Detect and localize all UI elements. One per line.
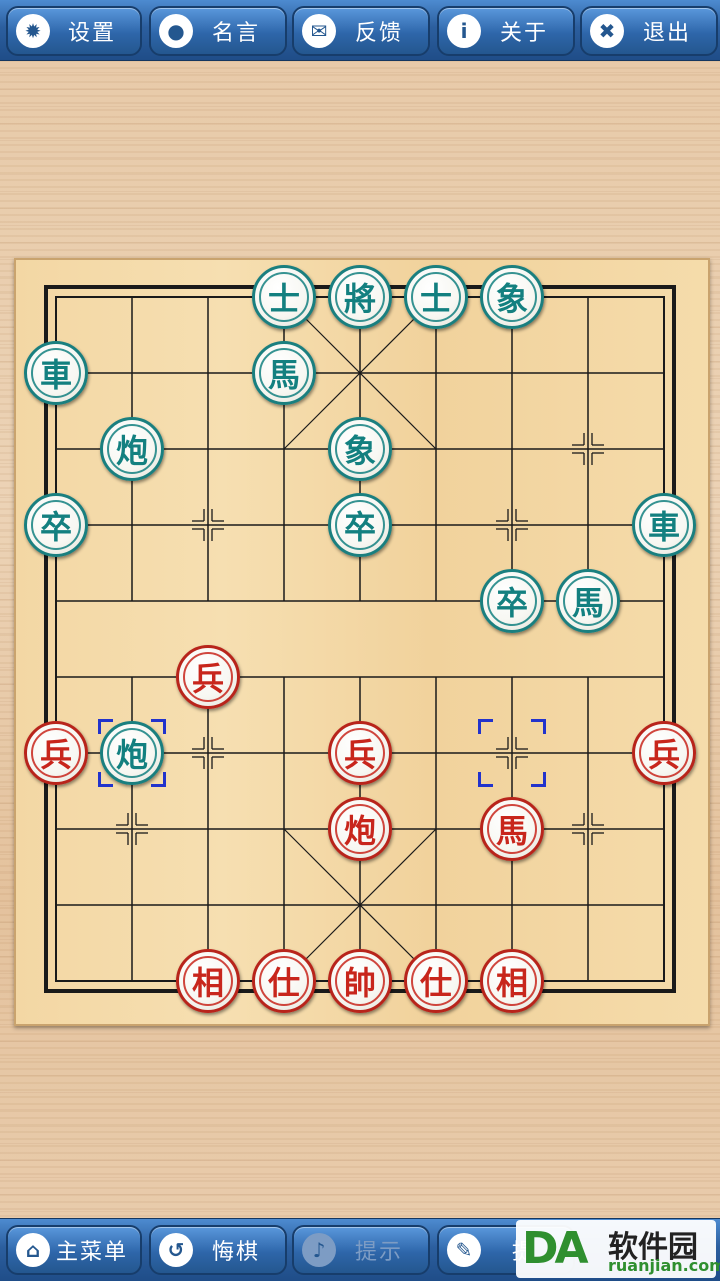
top-button-label: 关于 [499,21,548,46]
black-piece-象[interactable]: 象 [480,265,544,329]
home-icon: ⌂ [16,1233,50,1267]
close-icon: ✖ [590,14,624,48]
red-piece-炮[interactable]: 炮 [328,797,392,861]
bottom-button-0[interactable]: ⌂ 主菜单 [6,1225,142,1275]
red-piece-相[interactable]: 相 [480,949,544,1013]
bell-icon: ♪ [302,1233,336,1267]
black-piece-象[interactable]: 象 [328,417,392,481]
black-piece-炮[interactable]: 炮 [100,721,164,785]
top-button-3[interactable]: i 关于 [437,6,575,56]
black-piece-卒[interactable]: 卒 [480,569,544,633]
piece-label: 將 [343,280,376,318]
bottom-button-label: 提示 [354,1240,403,1265]
watermark: DA 软件园 ruanjian.com [516,1220,720,1278]
piece-label: 象 [495,280,528,318]
piece-label: 相 [495,964,528,1002]
undo-icon: ↺ [159,1233,193,1267]
bottom-button-label: 悔棋 [211,1240,260,1265]
top-button-4[interactable]: ✖ 退出 [580,6,718,56]
piece-label: 兵 [191,660,224,698]
red-piece-兵[interactable]: 兵 [176,645,240,709]
xiangqi-board[interactable]: 士將士象車馬炮象卒卒車卒馬炮兵兵兵兵炮馬相仕帥仕相 [14,258,710,1026]
piece-label: 炮 [115,432,148,470]
piece-label: 馬 [571,584,604,622]
piece-label: 卒 [343,508,376,546]
black-piece-車[interactable]: 車 [632,493,696,557]
piece-label: 帥 [343,964,376,1002]
red-piece-兵[interactable]: 兵 [24,721,88,785]
black-piece-馬[interactable]: 馬 [252,341,316,405]
gear-icon: ✹ [16,14,50,48]
piece-label: 士 [267,280,300,318]
piece-label: 兵 [647,736,680,774]
top-button-label: 名言 [211,21,260,46]
piece-label: 相 [191,964,224,1002]
black-piece-炮[interactable]: 炮 [100,417,164,481]
top-button-1[interactable]: ● 名言 [149,6,287,56]
top-button-0[interactable]: ✹ 设置 [6,6,142,56]
black-piece-卒[interactable]: 卒 [328,493,392,557]
pencil-icon: ✎ [447,1233,481,1267]
piece-label: 士 [419,280,452,318]
black-piece-車[interactable]: 車 [24,341,88,405]
info-icon: i [447,14,481,48]
piece-label: 馬 [495,812,528,850]
black-piece-將[interactable]: 將 [328,265,392,329]
red-piece-兵[interactable]: 兵 [632,721,696,785]
piece-label: 兵 [39,736,72,774]
top-button-label: 设置 [67,21,116,46]
black-piece-士[interactable]: 士 [404,265,468,329]
black-piece-卒[interactable]: 卒 [24,493,88,557]
bottom-button-1[interactable]: ↺ 悔棋 [149,1225,287,1275]
top-button-label: 反馈 [354,21,403,46]
piece-label: 卒 [39,508,72,546]
black-piece-馬[interactable]: 馬 [556,569,620,633]
watermark-url: ruanjian.com [608,1256,720,1275]
piece-label: 象 [343,432,376,470]
move-selection-marker [478,719,546,787]
piece-label: 車 [39,356,72,394]
piece-label: 仕 [419,964,452,1002]
piece-label: 炮 [115,736,148,774]
top-button-label: 退出 [642,21,691,46]
top-toolbar: ✹ 设置 ● 名言 ✉ 反馈 i 关于 ✖ 退出 [0,0,720,61]
piece-label: 車 [647,508,680,546]
red-piece-相[interactable]: 相 [176,949,240,1013]
red-piece-仕[interactable]: 仕 [252,949,316,1013]
board-grid [44,285,676,993]
black-piece-士[interactable]: 士 [252,265,316,329]
piece-label: 炮 [343,812,376,850]
piece-label: 卒 [495,584,528,622]
red-piece-兵[interactable]: 兵 [328,721,392,785]
watermark-logo: DA [522,1223,589,1274]
red-piece-帥[interactable]: 帥 [328,949,392,1013]
piece-label: 馬 [267,356,300,394]
top-button-2[interactable]: ✉ 反馈 [292,6,430,56]
speech-bubble-icon: ● [159,14,193,48]
red-piece-仕[interactable]: 仕 [404,949,468,1013]
bottom-button-label: 主菜单 [55,1240,128,1265]
piece-label: 仕 [267,964,300,1002]
piece-label: 兵 [343,736,376,774]
envelope-icon: ✉ [302,14,336,48]
bottom-button-2[interactable]: ♪ 提示 [292,1225,430,1275]
red-piece-馬[interactable]: 馬 [480,797,544,861]
